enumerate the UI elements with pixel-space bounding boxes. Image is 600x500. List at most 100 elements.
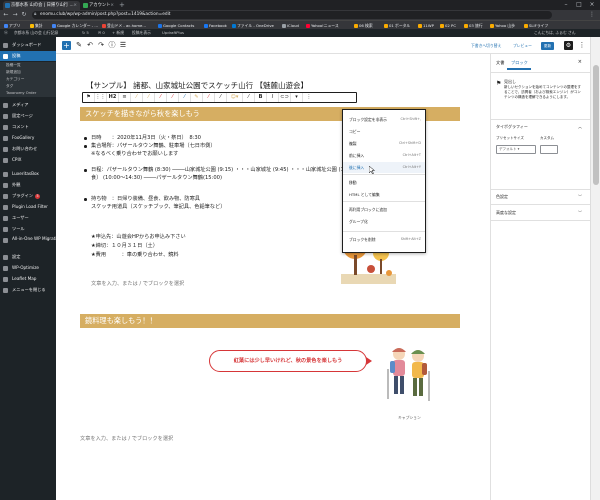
sidebar-item[interactable]: 新規追加 <box>0 69 56 76</box>
block-placeholder-1[interactable]: 文章を入力、または / でブロックを選択 <box>91 280 184 287</box>
sidebar-item[interactable]: Leaflet Map <box>0 274 56 284</box>
style-icon-5[interactable]: ⁄ <box>179 93 191 102</box>
scrollbar-thumb[interactable] <box>593 65 599 185</box>
sidebar-item[interactable]: FooGallery <box>0 133 56 143</box>
post-title[interactable]: 【サンプル】 諸都、山家城址公園でスケッチ山行 【魅麓山遊会】 <box>86 81 386 91</box>
style-icon-8[interactable]: ⁄ <box>243 93 255 102</box>
add-block-button[interactable]: + <box>62 41 71 50</box>
close-panel-icon[interactable]: × <box>578 59 582 65</box>
sidebar-item[interactable]: 投稿一覧 <box>0 62 56 69</box>
switch-to-draft-link[interactable]: 下書きへ切り替え <box>471 37 501 54</box>
sidebar-item[interactable]: ダッシュボード <box>0 40 56 50</box>
sidebar-item[interactable]: Plugin Load Filter <box>0 202 56 212</box>
redo-icon[interactable]: ↷ <box>96 40 106 51</box>
minimize-icon[interactable]: – <box>560 0 572 10</box>
comments-icon[interactable]: ✉ 0 <box>98 29 105 37</box>
sidebar-item[interactable]: 投稿 <box>0 51 56 61</box>
sidebar-item[interactable]: All-in-One WP Migration <box>0 235 62 248</box>
new-tab-icon[interactable]: + <box>119 1 125 9</box>
style-icon-3[interactable]: ⁄ <box>155 93 167 102</box>
menu-item[interactable]: ブロック設定を非表示 Ctrl+Shift+, <box>343 114 425 125</box>
undo-icon[interactable]: ↶ <box>85 40 95 51</box>
chevron-down-icon[interactable]: ﹀ <box>578 194 582 200</box>
new-content-link[interactable]: + 新規 <box>112 29 124 37</box>
sidebar-item[interactable]: タグ <box>0 83 56 90</box>
bold-icon[interactable]: B <box>255 93 267 102</box>
tab-close-icon[interactable]: × <box>110 1 114 10</box>
updraftplus-link[interactable]: UpdraftPlus <box>162 29 184 37</box>
maximize-icon[interactable]: □ <box>573 0 585 10</box>
browser-tab-active[interactable]: 京都水系 山の会 | 日帰り山行 ... × <box>3 1 80 10</box>
heading-level-button[interactable]: H2 <box>107 93 119 102</box>
emoji-dropdown-icon[interactable]: ☺▾ <box>227 93 243 102</box>
menu-item[interactable]: コピー <box>343 126 425 137</box>
paragraph-line[interactable]: ★申込先：山遊会HPからお申込み下さい <box>91 233 186 241</box>
wp-logo-icon[interactable]: Ⓦ <box>4 29 8 37</box>
info-icon[interactable]: ⓘ <box>107 40 117 51</box>
menu-item[interactable]: 再利用ブロックに追加 <box>343 204 425 215</box>
style-icon-7[interactable]: ⁄ <box>215 93 227 102</box>
image-caption[interactable]: キャプション <box>398 415 421 421</box>
site-name-link[interactable]: 京都水系 山の会 山行記録 <box>14 29 58 37</box>
style-icon-6[interactable]: ⁄ <box>203 93 215 102</box>
sidebar-item[interactable]: 設定 <box>0 252 56 262</box>
paragraph-line[interactable]: スケッチ用道具（スケッチブック、筆記具、色鉛筆など） <box>91 203 225 211</box>
edit-tool-icon[interactable]: ✎ <box>74 40 84 51</box>
heading-block-2[interactable]: 鏡料理も楽しもう！！ <box>80 314 460 328</box>
advanced-settings-toggle[interactable]: 高度な設定 <box>496 210 516 216</box>
menu-item[interactable]: 複製 Ctrl+Shift+D <box>343 138 425 149</box>
sidebar-item[interactable]: 固定ページ <box>0 111 56 121</box>
user-greeting[interactable]: こんにちは, ふぁむ さん <box>534 29 576 37</box>
link-icon[interactable]: ⊂⊃ <box>279 93 291 102</box>
tab-document[interactable]: 文書 <box>496 60 504 66</box>
menu-item[interactable]: 移動 <box>343 177 425 188</box>
reload-icon[interactable]: ↻ <box>20 10 28 20</box>
preset-size-select[interactable]: デフォルト ▾ <box>496 145 536 154</box>
paragraph-line[interactable]: 集合場所：パザールタウン舞鶴、駐車場（七日市側） <box>84 142 216 150</box>
view-post-link[interactable]: 投稿を表示 <box>132 29 151 37</box>
bookmark-icon[interactable]: ⚑ <box>83 93 95 102</box>
page-scrollbar[interactable] <box>590 37 600 500</box>
back-icon[interactable]: ← <box>2 10 10 20</box>
sidebar-item[interactable]: メニューを閉じる <box>0 285 56 295</box>
more-rich-text-icon[interactable]: ▾ <box>291 93 303 102</box>
paragraph-line[interactable]: ★費用 ：車の乗り合わせ、鏡料 <box>91 251 179 259</box>
tab-block[interactable]: ブロック <box>511 60 528 66</box>
paragraph-line[interactable]: ※なるべく乗り合わせでお願いします <box>91 150 178 158</box>
more-options-icon[interactable]: ⋮ <box>578 40 586 51</box>
speech-bubble[interactable]: 紅葉には少し早いけれど、秋の景色を楽しもう <box>209 350 372 372</box>
preview-button[interactable]: プレビュー <box>513 37 532 54</box>
close-window-icon[interactable]: × <box>586 0 598 10</box>
sidebar-item[interactable]: CPIX <box>0 155 56 165</box>
sidebar-item[interactable]: メディア <box>0 100 56 110</box>
menu-item[interactable]: ブロックを削除 Shift+Alt+Z <box>343 234 425 245</box>
block-placeholder-2[interactable]: 文章を入力、または / でブロックを選択 <box>80 435 173 442</box>
sidebar-item[interactable]: 外観 <box>0 180 56 190</box>
menu-item[interactable]: HTML として編集 <box>343 189 425 200</box>
sidebar-item[interactable]: LuxeritasBox <box>0 169 56 179</box>
forward-icon[interactable]: → <box>11 10 19 20</box>
update-button[interactable]: 更新 <box>541 42 554 50</box>
tab-close-icon[interactable]: × <box>73 1 77 10</box>
browser-tab[interactable]: アカウント × <box>81 1 117 10</box>
block-options-icon[interactable]: ⋮ <box>303 93 315 102</box>
paragraph-line[interactable]: 持ち物 ：日帰り装備、昼食、飲み物、防寒具 <box>84 195 200 203</box>
paragraph-line[interactable]: 食） (10:00〜14:30) ────パザールタウン舞鶴(15:00) <box>91 174 222 182</box>
url-field[interactable]: 🔒︎ enomu.club/wp/wp-admin/post.php?post=… <box>32 11 552 19</box>
style-icon-2[interactable]: ⁄ <box>143 93 155 102</box>
style-icon-4[interactable]: ⁄ <box>167 93 179 102</box>
custom-size-input[interactable] <box>540 145 558 154</box>
style-icon-1[interactable]: ⁄ <box>131 93 143 102</box>
align-icon[interactable]: ≡ <box>119 93 131 102</box>
updates-icon[interactable]: ↻ 5 <box>82 29 89 37</box>
chevron-down-icon[interactable]: ﹀ <box>578 210 582 216</box>
sidebar-item[interactable]: Taxonomy Order <box>0 90 56 97</box>
sidebar-item[interactable]: お問い合わせ <box>0 144 56 154</box>
italic-icon[interactable]: I <box>267 93 279 102</box>
marker-icon[interactable]: ✎ <box>191 93 203 102</box>
menu-item[interactable]: グループ化 <box>343 216 425 227</box>
menu-item[interactable]: 前に挿入 Ctrl+Alt+T <box>343 150 425 161</box>
menu-item[interactable]: 後に挿入 Ctrl+Alt+Y <box>343 162 425 173</box>
drag-handle-icon[interactable]: ⋮⋮ <box>95 93 107 102</box>
settings-gear-icon[interactable]: ⚙ <box>564 41 573 50</box>
